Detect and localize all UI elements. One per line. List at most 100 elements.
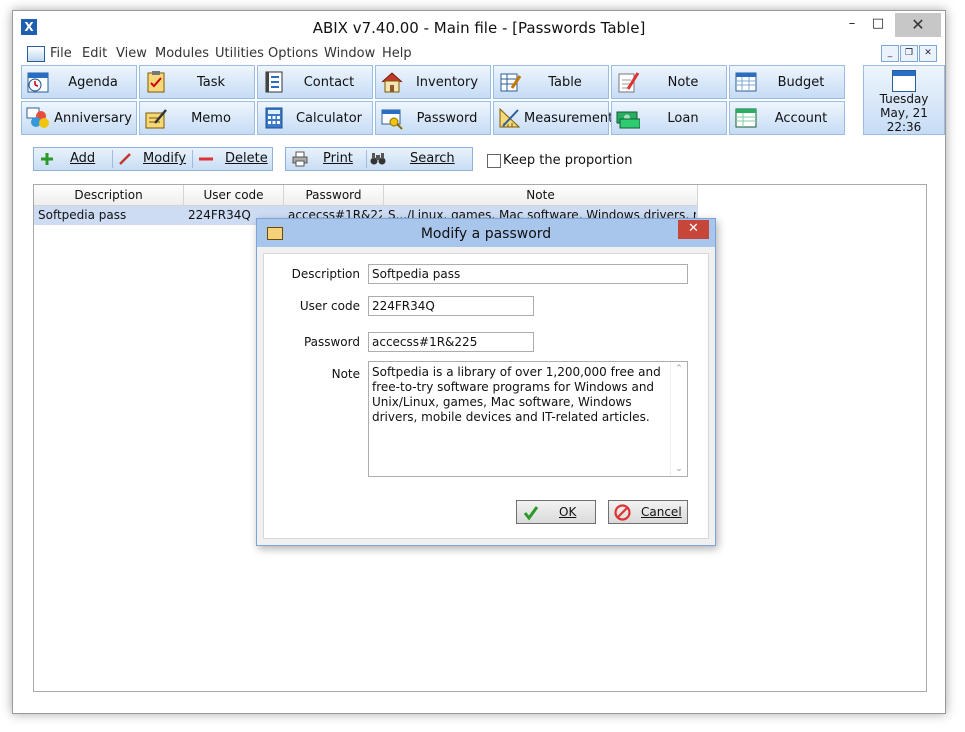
- module-label: Task: [196, 75, 226, 90]
- menu-help[interactable]: Help: [382, 46, 412, 61]
- balloons-icon: [26, 107, 49, 128]
- add-button[interactable]: Add: [38, 148, 110, 170]
- close-button[interactable]: ✕: [895, 13, 941, 37]
- module-label: Account: [774, 111, 828, 126]
- key-card-icon: [381, 109, 403, 130]
- module-measurement[interactable]: Measurement: [493, 101, 614, 135]
- column-header-user-code[interactable]: User code: [184, 185, 284, 206]
- module-label: Anniversary: [54, 111, 132, 126]
- user-code-input[interactable]: [368, 296, 534, 316]
- module-label: Budget: [777, 75, 825, 90]
- note-text: Softpedia is a library of over 1,200,000…: [372, 365, 661, 424]
- module-calculator[interactable]: Calculator: [257, 101, 373, 135]
- clock-calendar-icon: [27, 72, 49, 93]
- modify-label: Modify: [143, 151, 187, 166]
- note-textarea[interactable]: Softpedia is a library of over 1,200,000…: [368, 361, 688, 477]
- menu-utilities[interactable]: Utilities: [215, 46, 264, 61]
- cancel-icon: [614, 504, 631, 521]
- module-budget[interactable]: Budget: [729, 65, 845, 99]
- menu-file[interactable]: File: [50, 46, 72, 61]
- search-button[interactable]: Search: [370, 148, 470, 170]
- module-task[interactable]: Task: [139, 65, 255, 99]
- calendar-icon: [892, 70, 916, 92]
- toolbar-separator: [192, 150, 193, 168]
- keep-proportion-label: Keep the proportion: [503, 153, 633, 168]
- module-label: Memo: [191, 111, 231, 126]
- ok-label: OK: [559, 505, 577, 519]
- print-button[interactable]: Print: [290, 148, 364, 170]
- module-label: Measurement: [524, 111, 614, 126]
- module-label: Loan: [667, 111, 699, 126]
- module-label: Inventory: [415, 75, 479, 90]
- module-anniversary[interactable]: Anniversary: [21, 101, 137, 135]
- column-header-note[interactable]: Note: [384, 185, 698, 206]
- note-label: Note: [331, 367, 360, 381]
- title-bar: X ABIX v7.40.00 - Main file - [Passwords…: [13, 11, 945, 43]
- menu-view[interactable]: View: [116, 46, 147, 61]
- window-title: ABIX v7.40.00 - Main file - [Passwords T…: [312, 19, 646, 37]
- note-scrollbar[interactable]: ⌃ ⌄: [670, 362, 687, 476]
- binoculars-icon: [370, 153, 386, 165]
- dialog-title-bar: Modify a password ✕: [257, 219, 715, 247]
- menu-options[interactable]: Options: [268, 46, 318, 61]
- delete-button[interactable]: Delete: [196, 148, 270, 170]
- mdi-minimize-button[interactable]: _: [881, 45, 899, 62]
- document-menu-icon[interactable]: [27, 46, 45, 62]
- dialog-close-button[interactable]: ✕: [678, 220, 709, 239]
- add-label: Add: [70, 151, 96, 166]
- module-memo[interactable]: Memo: [139, 101, 255, 135]
- printer-icon: [292, 151, 308, 167]
- module-loan[interactable]: Loan: [611, 101, 727, 135]
- description-input[interactable]: [368, 264, 688, 284]
- module-label: Password: [416, 111, 478, 126]
- date-day: Tuesday: [879, 92, 929, 106]
- minimize-button[interactable]: –: [839, 13, 865, 37]
- main-window: X ABIX v7.40.00 - Main file - [Passwords…: [12, 10, 946, 714]
- keep-proportion-checkbox[interactable]: [487, 154, 501, 168]
- module-inventory[interactable]: Inventory: [375, 65, 491, 99]
- clipboard-check-icon: [147, 71, 165, 93]
- module-contact[interactable]: Contact: [257, 65, 373, 99]
- modules-panel: Agenda Task Contact Inventory Table Note…: [21, 65, 945, 135]
- module-note[interactable]: Note: [611, 65, 727, 99]
- menu-modules[interactable]: Modules: [155, 46, 209, 61]
- module-label: Agenda: [68, 75, 118, 90]
- cell-description: Softpedia pass: [38, 208, 127, 222]
- module-label: Note: [667, 75, 699, 90]
- menu-bar: File Edit View Modules Utilities Options…: [13, 43, 945, 65]
- module-account[interactable]: Account: [729, 101, 845, 135]
- toolbar-separator: [112, 150, 113, 168]
- password-input[interactable]: [368, 332, 534, 352]
- cancel-button[interactable]: Cancel: [608, 500, 688, 524]
- ok-button[interactable]: OK: [516, 500, 596, 524]
- checkmark-icon: [523, 506, 539, 521]
- ledger-icon: [735, 108, 757, 128]
- modify-password-dialog: Modify a password ✕ Description User cod…: [256, 218, 716, 546]
- date-date: May, 21: [880, 106, 928, 120]
- delete-label: Delete: [225, 151, 268, 166]
- module-agenda[interactable]: Agenda: [21, 65, 137, 99]
- print-label: Print: [323, 151, 353, 166]
- address-book-icon: [265, 71, 283, 93]
- menu-edit[interactable]: Edit: [82, 46, 107, 61]
- scroll-down-icon[interactable]: ⌄: [674, 464, 684, 474]
- pencil-icon: [119, 153, 131, 165]
- column-header-password[interactable]: Password: [284, 185, 384, 206]
- module-password[interactable]: Password: [375, 101, 491, 135]
- scroll-up-icon[interactable]: ⌃: [674, 364, 684, 374]
- mdi-close-button[interactable]: ✕: [919, 45, 937, 62]
- toolbar-separator: [366, 150, 367, 168]
- module-label: Calculator: [295, 111, 362, 126]
- mdi-restore-button[interactable]: ❐: [900, 45, 918, 62]
- module-table[interactable]: Table: [493, 65, 609, 99]
- table-pencil-icon: [500, 73, 522, 92]
- date-display[interactable]: Tuesday May, 21 22:36: [863, 65, 945, 135]
- modify-button[interactable]: Modify: [116, 148, 190, 170]
- module-label: Contact: [303, 75, 355, 90]
- cancel-label: Cancel: [641, 505, 682, 519]
- memo-pencil-icon: [145, 109, 167, 129]
- plus-icon: [41, 153, 53, 165]
- maximize-button[interactable]: □: [865, 13, 891, 37]
- column-header-description[interactable]: Description: [34, 185, 184, 206]
- menu-window[interactable]: Window: [324, 46, 375, 61]
